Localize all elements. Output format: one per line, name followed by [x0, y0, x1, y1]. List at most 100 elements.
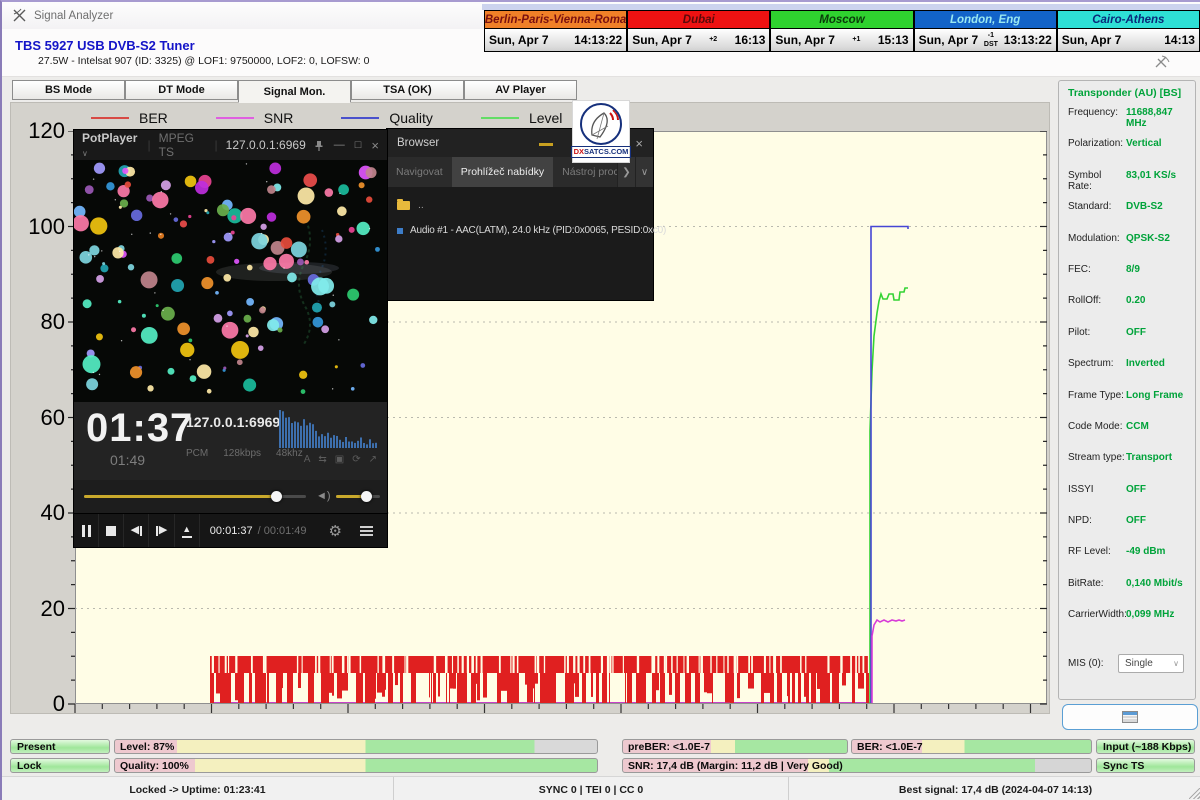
settings-gear-icon[interactable]: ⚙	[317, 514, 354, 547]
field-label: Stream type:	[1068, 452, 1126, 463]
legend-label: Level	[529, 110, 562, 126]
transponder-row-symbol-rate: Symbol Rate:83,01 KS/s	[1068, 170, 1195, 201]
potplayer-titlebar[interactable]: PotPlayer ∨ | MPEG TS | 127.0.0.1:6969 —…	[74, 130, 387, 160]
field-value: DVB-S2	[1126, 201, 1163, 212]
logo-text-rest: SATCS.COM	[584, 147, 628, 156]
window-list-icon	[1122, 711, 1138, 723]
transponder-row-pilot: Pilot:OFF	[1068, 327, 1195, 358]
clock-utc-offset: -1DST	[978, 32, 1004, 49]
divider: |	[148, 138, 151, 152]
transponder-row-npd: NPD:OFF	[1068, 515, 1195, 546]
browser-title: Browser	[397, 137, 439, 149]
clock-column-2: DubaiSun, Apr 7+216:13	[627, 10, 770, 52]
browser-tab-prohlizec[interactable]: Prohlížeč nabídky	[452, 157, 553, 187]
field-label: Polarization:	[1068, 138, 1126, 149]
y-axis-label-40: 40	[19, 501, 65, 525]
tab-signal-mon[interactable]: Signal Mon.	[238, 80, 351, 103]
clock-city-header: Dubai	[627, 10, 770, 29]
dxsatcs-logo: DXSATCS.COM	[572, 100, 630, 163]
clock-date: Sun, Apr 7	[632, 33, 692, 47]
tab-tsa-ok[interactable]: TSA (OK)	[351, 80, 464, 100]
audio-track-item[interactable]: Audio #1 - AAC(LATM), 24.0 kHz (PID:0x00…	[397, 225, 666, 236]
transponder-row-standard: Standard:DVB-S2	[1068, 201, 1195, 232]
ab-repeat-icon[interactable]: A	[304, 454, 311, 465]
clock-city-header: London, Eng	[914, 10, 1057, 29]
snr-bar: SNR: 17,4 dB (Margin: 11,2 dB | Very Goo…	[622, 758, 1092, 773]
transponder-panel-title: Transponder (AU) [BS]	[1068, 87, 1195, 99]
field-value: -49 dBm	[1126, 546, 1165, 557]
clock-date: Sun, Apr 7	[775, 33, 835, 47]
field-label: Pilot:	[1068, 327, 1126, 338]
field-value: OFF	[1126, 515, 1146, 526]
playlist-icon[interactable]: ▣	[335, 454, 344, 465]
pin-icon[interactable]	[314, 140, 324, 151]
statusbar-sync-counters: SYNC 0 | TEI 0 | CC 0	[394, 777, 789, 800]
volume-icon[interactable]: ◄)	[316, 490, 331, 502]
potplayer-controls: ◀ ▶ ▲ 00:01:37 / 00:01:49 ⚙	[74, 513, 387, 547]
minimize-icon[interactable]: —	[334, 139, 345, 151]
divider: |	[215, 138, 218, 152]
duration-text: / 00:01:49	[258, 525, 307, 537]
tab-dt-mode[interactable]: DT Mode	[125, 80, 238, 100]
playlist-menu-icon[interactable]	[354, 514, 387, 547]
transponder-row-bitrate: BitRate:0,140 Mbit/s	[1068, 578, 1195, 609]
clock-utc-offset: +1	[835, 36, 878, 44]
video-area[interactable]	[74, 160, 387, 402]
transponder-row-rolloff: RollOff:0.20	[1068, 295, 1195, 326]
close-icon[interactable]: ×	[371, 138, 379, 153]
stop-button[interactable]	[99, 514, 124, 547]
transponder-row-stream-type: Stream type:Transport	[1068, 452, 1195, 483]
app-dish-icon	[12, 8, 27, 23]
seek-bar[interactable]	[84, 495, 306, 498]
tab-av-player[interactable]: AV Player	[464, 80, 577, 100]
chevron-down-icon: ∨	[1173, 659, 1179, 668]
clock-time-row: Sun, Apr 7+115:13	[770, 29, 913, 52]
volume-knob[interactable]	[361, 491, 372, 502]
field-label: Code Mode:	[1068, 421, 1126, 432]
legend-label: SNR	[264, 110, 294, 126]
potplayer-menu-dropdown[interactable]: PotPlayer ∨	[82, 131, 140, 159]
next-button[interactable]: ▶	[149, 514, 174, 547]
device-title: TBS 5927 USB DVB-S2 Tuner	[15, 38, 195, 53]
browser-title-accent	[539, 143, 553, 146]
resize-grip[interactable]	[1189, 788, 1200, 799]
maximize-icon[interactable]: □	[355, 139, 362, 151]
transponder-row-polarization: Polarization:Vertical	[1068, 138, 1195, 169]
transponder-row-carrierwidth: CarrierWidth:0,099 MHz	[1068, 609, 1195, 640]
shuffle-icon[interactable]: ⇆	[318, 454, 326, 465]
panel-action-button[interactable]	[1062, 704, 1198, 730]
tab-bs-mode[interactable]: BS Mode	[12, 80, 125, 100]
bitrate-label: 128kbps	[223, 448, 261, 459]
field-label: Spectrum:	[1068, 358, 1126, 369]
duration-small: 01:49	[110, 452, 145, 468]
seek-knob[interactable]	[271, 491, 282, 502]
world-clock-table: Berlin-Paris-Vienna-RomaSun, Apr 714:13:…	[484, 10, 1200, 52]
clock-time-value: 14:13:22	[574, 33, 622, 47]
mis-dropdown[interactable]: Single ∨	[1118, 654, 1184, 673]
field-label: Standard:	[1068, 201, 1126, 212]
tab-list-dropdown-icon[interactable]: ∨	[635, 157, 653, 187]
input-badge: Input (~188 Kbps)	[1096, 739, 1195, 754]
statusbar: Locked -> Uptime: 01:23:41 SYNC 0 | TEI …	[2, 776, 1200, 800]
field-label: NPD:	[1068, 515, 1126, 526]
y-axis-label-0: 0	[19, 692, 65, 716]
previous-button[interactable]: ◀	[124, 514, 149, 547]
window-title: Signal Analyzer	[34, 10, 113, 22]
browser-content: .. Audio #1 - AAC(LATM), 24.0 kHz (PID:0…	[387, 187, 653, 300]
pause-button[interactable]	[74, 514, 99, 547]
dxsatcs-dish-icon	[582, 105, 622, 145]
browser-tab-navigovat[interactable]: Navigovat	[387, 157, 452, 187]
fullscreen-icon[interactable]: ↗	[369, 454, 377, 465]
field-label: FEC:	[1068, 264, 1126, 275]
parent-folder-item[interactable]: ..	[397, 199, 424, 211]
chart-legend: BERSNRQualityLevel	[91, 107, 562, 129]
field-value: OFF	[1126, 327, 1146, 338]
browser-close-icon[interactable]: ×	[635, 136, 643, 151]
loop-icon[interactable]: ⟳	[352, 454, 360, 465]
clock-time-row: Sun, Apr 714:13	[1057, 29, 1200, 52]
legend-line-sample	[91, 117, 129, 119]
transponder-fields: Frequency:11688,847 MHzPolarization:Vert…	[1068, 107, 1195, 641]
potplayer-app-name: PotPlayer	[82, 131, 137, 145]
volume-bar[interactable]	[336, 495, 380, 498]
eject-button[interactable]: ▲	[175, 514, 200, 547]
